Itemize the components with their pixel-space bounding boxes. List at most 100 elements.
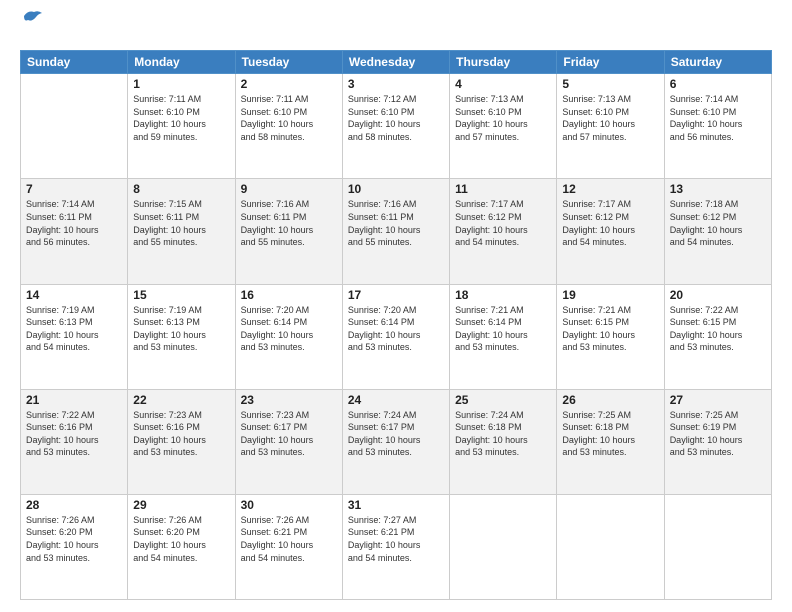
day-number: 14 [26, 288, 122, 302]
cell-info: Sunrise: 7:18 AMSunset: 6:12 PMDaylight:… [670, 198, 766, 248]
calendar-cell: 18 Sunrise: 7:21 AMSunset: 6:14 PMDayligh… [450, 284, 557, 389]
calendar-week-row: 28 Sunrise: 7:26 AMSunset: 6:20 PMDayligh… [21, 494, 772, 599]
cell-info: Sunrise: 7:26 AMSunset: 6:20 PMDaylight:… [133, 514, 229, 564]
calendar-cell: 22 Sunrise: 7:23 AMSunset: 6:16 PMDayligh… [128, 389, 235, 494]
cell-info: Sunrise: 7:13 AMSunset: 6:10 PMDaylight:… [562, 93, 658, 143]
day-number: 8 [133, 182, 229, 196]
cell-info: Sunrise: 7:24 AMSunset: 6:18 PMDaylight:… [455, 409, 551, 459]
calendar-cell: 3Sunrise: 7:12 AMSunset: 6:10 PMDaylight… [342, 74, 449, 179]
calendar-cell: 8 Sunrise: 7:15 AMSunset: 6:11 PMDaylight… [128, 179, 235, 284]
calendar-cell: 27 Sunrise: 7:25 AMSunset: 6:19 PMDayligh… [664, 389, 771, 494]
logo [20, 16, 44, 40]
cell-info: Sunrise: 7:22 AMSunset: 6:16 PMDaylight:… [26, 409, 122, 459]
calendar-cell: 21 Sunrise: 7:22 AMSunset: 6:16 PMDayligh… [21, 389, 128, 494]
cell-info: Sunrise: 7:14 AMSunset: 6:11 PMDaylight:… [26, 198, 122, 248]
cell-info: Sunrise: 7:16 AMSunset: 6:11 PMDaylight:… [241, 198, 337, 248]
calendar-cell: 29 Sunrise: 7:26 AMSunset: 6:20 PMDayligh… [128, 494, 235, 599]
day-number: 29 [133, 498, 229, 512]
calendar-cell: 2 Sunrise: 7:11 AMSunset: 6:10 PMDaylight… [235, 74, 342, 179]
cell-info: Sunrise: 7:17 AMSunset: 6:12 PMDaylight:… [562, 198, 658, 248]
calendar-cell: 31Sunrise: 7:27 AMSunset: 6:21 PMDayligh… [342, 494, 449, 599]
day-number: 22 [133, 393, 229, 407]
cell-info: Sunrise: 7:22 AMSunset: 6:15 PMDaylight:… [670, 304, 766, 354]
calendar-cell: 7 Sunrise: 7:14 AMSunset: 6:11 PMDaylight… [21, 179, 128, 284]
day-number: 2 [241, 77, 337, 91]
calendar-week-row: 7 Sunrise: 7:14 AMSunset: 6:11 PMDaylight… [21, 179, 772, 284]
day-number: 15 [133, 288, 229, 302]
calendar-cell [21, 74, 128, 179]
calendar-cell: 28 Sunrise: 7:26 AMSunset: 6:20 PMDayligh… [21, 494, 128, 599]
calendar-cell: 25 Sunrise: 7:24 AMSunset: 6:18 PMDayligh… [450, 389, 557, 494]
calendar-cell: 5 Sunrise: 7:13 AMSunset: 6:10 PMDaylight… [557, 74, 664, 179]
page: SundayMondayTuesdayWednesdayThursdayFrid… [0, 0, 792, 612]
day-number: 30 [241, 498, 337, 512]
cell-info: Sunrise: 7:15 AMSunset: 6:11 PMDaylight:… [133, 198, 229, 248]
calendar-table: SundayMondayTuesdayWednesdayThursdayFrid… [20, 50, 772, 600]
day-number: 16 [241, 288, 337, 302]
header [20, 16, 772, 40]
cell-info: Sunrise: 7:21 AMSunset: 6:15 PMDaylight:… [562, 304, 658, 354]
cell-info: Sunrise: 7:23 AMSunset: 6:17 PMDaylight:… [241, 409, 337, 459]
cell-info: Sunrise: 7:26 AMSunset: 6:20 PMDaylight:… [26, 514, 122, 564]
calendar-header-thursday: Thursday [450, 51, 557, 74]
calendar-cell [557, 494, 664, 599]
calendar-cell [664, 494, 771, 599]
day-number: 28 [26, 498, 122, 512]
day-number: 26 [562, 393, 658, 407]
cell-info: Sunrise: 7:12 AMSunset: 6:10 PMDaylight:… [348, 93, 444, 143]
cell-info: Sunrise: 7:27 AMSunset: 6:21 PMDaylight:… [348, 514, 444, 564]
day-number: 12 [562, 182, 658, 196]
calendar-cell: 10 Sunrise: 7:16 AMSunset: 6:11 PMDayligh… [342, 179, 449, 284]
cell-info: Sunrise: 7:25 AMSunset: 6:18 PMDaylight:… [562, 409, 658, 459]
calendar-week-row: 21 Sunrise: 7:22 AMSunset: 6:16 PMDayligh… [21, 389, 772, 494]
calendar-header-saturday: Saturday [664, 51, 771, 74]
calendar-cell: 15 Sunrise: 7:19 AMSunset: 6:13 PMDayligh… [128, 284, 235, 389]
day-number: 5 [562, 77, 658, 91]
calendar-cell: 9 Sunrise: 7:16 AMSunset: 6:11 PMDaylight… [235, 179, 342, 284]
day-number: 4 [455, 77, 551, 91]
cell-info: Sunrise: 7:16 AMSunset: 6:11 PMDaylight:… [348, 198, 444, 248]
calendar-cell: 23 Sunrise: 7:23 AMSunset: 6:17 PMDayligh… [235, 389, 342, 494]
cell-info: Sunrise: 7:21 AMSunset: 6:14 PMDaylight:… [455, 304, 551, 354]
day-number: 17 [348, 288, 444, 302]
day-number: 10 [348, 182, 444, 196]
day-number: 27 [670, 393, 766, 407]
calendar-cell: 4Sunrise: 7:13 AMSunset: 6:10 PMDaylight… [450, 74, 557, 179]
calendar-header-wednesday: Wednesday [342, 51, 449, 74]
day-number: 9 [241, 182, 337, 196]
cell-info: Sunrise: 7:11 AMSunset: 6:10 PMDaylight:… [133, 93, 229, 143]
calendar-cell: 24Sunrise: 7:24 AMSunset: 6:17 PMDayligh… [342, 389, 449, 494]
calendar-cell: 11Sunrise: 7:17 AMSunset: 6:12 PMDayligh… [450, 179, 557, 284]
cell-info: Sunrise: 7:11 AMSunset: 6:10 PMDaylight:… [241, 93, 337, 143]
cell-info: Sunrise: 7:25 AMSunset: 6:19 PMDaylight:… [670, 409, 766, 459]
day-number: 20 [670, 288, 766, 302]
cell-info: Sunrise: 7:26 AMSunset: 6:21 PMDaylight:… [241, 514, 337, 564]
logo-bird-icon [22, 8, 44, 26]
calendar-header-tuesday: Tuesday [235, 51, 342, 74]
cell-info: Sunrise: 7:20 AMSunset: 6:14 PMDaylight:… [241, 304, 337, 354]
day-number: 13 [670, 182, 766, 196]
calendar-cell: 1 Sunrise: 7:11 AMSunset: 6:10 PMDaylight… [128, 74, 235, 179]
calendar-cell: 6 Sunrise: 7:14 AMSunset: 6:10 PMDaylight… [664, 74, 771, 179]
cell-info: Sunrise: 7:23 AMSunset: 6:16 PMDaylight:… [133, 409, 229, 459]
calendar-cell: 30 Sunrise: 7:26 AMSunset: 6:21 PMDayligh… [235, 494, 342, 599]
day-number: 23 [241, 393, 337, 407]
cell-info: Sunrise: 7:14 AMSunset: 6:10 PMDaylight:… [670, 93, 766, 143]
calendar-header-friday: Friday [557, 51, 664, 74]
cell-info: Sunrise: 7:19 AMSunset: 6:13 PMDaylight:… [133, 304, 229, 354]
day-number: 6 [670, 77, 766, 91]
day-number: 18 [455, 288, 551, 302]
calendar-cell: 16 Sunrise: 7:20 AMSunset: 6:14 PMDayligh… [235, 284, 342, 389]
calendar-cell [450, 494, 557, 599]
calendar-header-monday: Monday [128, 51, 235, 74]
day-number: 21 [26, 393, 122, 407]
day-number: 1 [133, 77, 229, 91]
calendar-cell: 13 Sunrise: 7:18 AMSunset: 6:12 PMDayligh… [664, 179, 771, 284]
day-number: 25 [455, 393, 551, 407]
calendar-week-row: 1 Sunrise: 7:11 AMSunset: 6:10 PMDaylight… [21, 74, 772, 179]
day-number: 24 [348, 393, 444, 407]
calendar-header-row: SundayMondayTuesdayWednesdayThursdayFrid… [21, 51, 772, 74]
day-number: 19 [562, 288, 658, 302]
cell-info: Sunrise: 7:17 AMSunset: 6:12 PMDaylight:… [455, 198, 551, 248]
day-number: 7 [26, 182, 122, 196]
